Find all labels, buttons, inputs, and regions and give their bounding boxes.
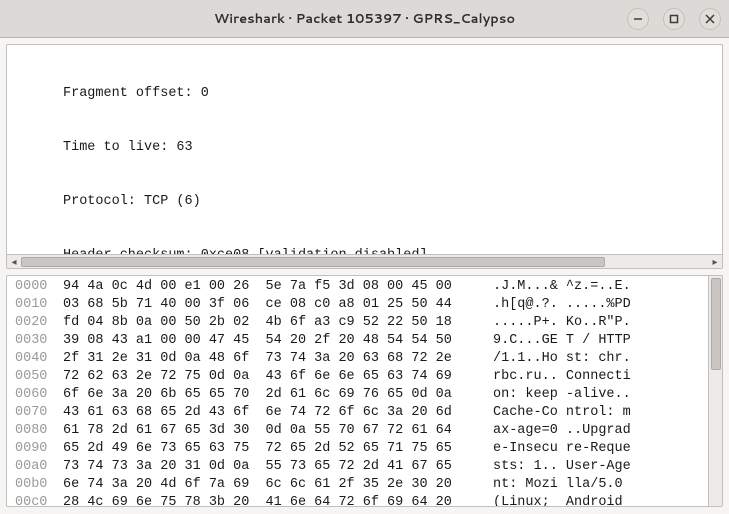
scroll-track[interactable]: [21, 255, 708, 268]
scroll-left-icon[interactable]: ◂: [7, 255, 21, 269]
minimize-button[interactable]: [627, 8, 649, 30]
hex-row[interactable]: 008061 78 2d 61 67 65 3d 30 0d 0a 55 70 …: [15, 422, 722, 440]
hex-offset: 0000: [15, 278, 63, 296]
hex-bytes: 6f 6e 3a 20 6b 65 65 70 2d 61 6c 69 76 6…: [63, 386, 493, 404]
hex-bytes: 73 74 73 3a 20 31 0d 0a 55 73 65 72 2d 4…: [63, 458, 493, 476]
hex-bytes: 43 61 63 68 65 2d 43 6f 6e 74 72 6f 6c 3…: [63, 404, 493, 422]
detail-field[interactable]: Time to live: 63: [7, 139, 722, 157]
hex-offset: 0090: [15, 440, 63, 458]
hex-bytes: 39 08 43 a1 00 00 47 45 54 20 2f 20 48 5…: [63, 332, 493, 350]
hex-row[interactable]: 00606f 6e 3a 20 6b 65 65 70 2d 61 6c 69 …: [15, 386, 722, 404]
detail-field[interactable]: Fragment offset: 0: [7, 85, 722, 103]
hex-ascii: sts: 1.. User-Age: [493, 458, 631, 476]
horizontal-scrollbar[interactable]: ◂ ▸: [7, 254, 722, 268]
hex-ascii: 9.C...GE T / HTTP: [493, 332, 631, 350]
hex-ascii: nt: Mozi lla/5.0: [493, 476, 631, 494]
hex-ascii: Cache-Co ntrol: m: [493, 404, 631, 422]
maximize-button[interactable]: [663, 8, 685, 30]
hex-offset: 00b0: [15, 476, 63, 494]
window-title: Wireshark · Packet 105397 · GPRS_Calypso: [214, 10, 515, 28]
hex-ascii: on: keep -alive..: [493, 386, 631, 404]
hex-ascii: .....P+. Ko..R"P.: [493, 314, 631, 332]
vertical-scrollbar[interactable]: [708, 276, 722, 506]
hex-row[interactable]: 00b06e 74 3a 20 4d 6f 7a 69 6c 6c 61 2f …: [15, 476, 722, 494]
hex-ascii: .h[q@.?. .....%PD: [493, 296, 631, 314]
hex-row[interactable]: 001003 68 5b 71 40 00 3f 06 ce 08 c0 a8 …: [15, 296, 722, 314]
hex-bytes: 94 4a 0c 4d 00 e1 00 26 5e 7a f5 3d 08 0…: [63, 278, 493, 296]
hex-offset: 00c0: [15, 494, 63, 507]
hex-row[interactable]: 00402f 31 2e 31 0d 0a 48 6f 73 74 3a 20 …: [15, 350, 722, 368]
hex-offset: 0070: [15, 404, 63, 422]
hex-offset: 0030: [15, 332, 63, 350]
hex-row[interactable]: 009065 2d 49 6e 73 65 63 75 72 65 2d 52 …: [15, 440, 722, 458]
close-button[interactable]: [699, 8, 721, 30]
scroll-thumb[interactable]: [21, 257, 605, 267]
hex-ascii: (Linux; Android: [493, 494, 631, 507]
hex-row[interactable]: 000094 4a 0c 4d 00 e1 00 26 5e 7a f5 3d …: [15, 278, 722, 296]
hex-offset: 0050: [15, 368, 63, 386]
scroll-right-icon[interactable]: ▸: [708, 255, 722, 269]
hex-offset: 0040: [15, 350, 63, 368]
hex-row[interactable]: 0020fd 04 8b 0a 00 50 2b 02 4b 6f a3 c9 …: [15, 314, 722, 332]
packet-details-pane[interactable]: Fragment offset: 0 Time to live: 63 Prot…: [6, 44, 723, 269]
detail-field[interactable]: Protocol: TCP (6): [7, 193, 722, 211]
hex-row[interactable]: 00a073 74 73 3a 20 31 0d 0a 55 73 65 72 …: [15, 458, 722, 476]
hex-bytes: 28 4c 69 6e 75 78 3b 20 41 6e 64 72 6f 6…: [63, 494, 493, 507]
packet-bytes-body: 000094 4a 0c 4d 00 e1 00 26 5e 7a f5 3d …: [7, 276, 722, 507]
hex-row[interactable]: 007043 61 63 68 65 2d 43 6f 6e 74 72 6f …: [15, 404, 722, 422]
hex-offset: 0020: [15, 314, 63, 332]
hex-offset: 00a0: [15, 458, 63, 476]
hex-row[interactable]: 005072 62 63 2e 72 75 0d 0a 43 6f 6e 6e …: [15, 368, 722, 386]
hex-offset: 0080: [15, 422, 63, 440]
hex-ascii: /1.1..Ho st: chr.: [493, 350, 631, 368]
hex-ascii: .J.M...& ^z.=..E.: [493, 278, 631, 296]
scroll-thumb[interactable]: [711, 278, 721, 370]
maximize-icon: [669, 14, 679, 24]
window-controls: [627, 8, 721, 30]
hex-bytes: 6e 74 3a 20 4d 6f 7a 69 6c 6c 61 2f 35 2…: [63, 476, 493, 494]
hex-bytes: 03 68 5b 71 40 00 3f 06 ce 08 c0 a8 01 2…: [63, 296, 493, 314]
hex-bytes: fd 04 8b 0a 00 50 2b 02 4b 6f a3 c9 52 2…: [63, 314, 493, 332]
hex-row[interactable]: 00c028 4c 69 6e 75 78 3b 20 41 6e 64 72 …: [15, 494, 722, 507]
content-area: Fragment offset: 0 Time to live: 63 Prot…: [0, 38, 729, 513]
minimize-icon: [633, 14, 643, 24]
hex-ascii: e-Insecu re-Reque: [493, 440, 631, 458]
hex-row[interactable]: 003039 08 43 a1 00 00 47 45 54 20 2f 20 …: [15, 332, 722, 350]
close-icon: [705, 14, 715, 24]
hex-bytes: 72 62 63 2e 72 75 0d 0a 43 6f 6e 6e 65 6…: [63, 368, 493, 386]
titlebar: Wireshark · Packet 105397 · GPRS_Calypso: [0, 0, 729, 38]
hex-ascii: ax-age=0 ..Upgrad: [493, 422, 631, 440]
hex-offset: 0060: [15, 386, 63, 404]
hex-bytes: 65 2d 49 6e 73 65 63 75 72 65 2d 52 65 7…: [63, 440, 493, 458]
hex-ascii: rbc.ru.. Connecti: [493, 368, 631, 386]
hex-offset: 0010: [15, 296, 63, 314]
packet-details-body: Fragment offset: 0 Time to live: 63 Prot…: [7, 45, 722, 269]
packet-bytes-pane[interactable]: 000094 4a 0c 4d 00 e1 00 26 5e 7a f5 3d …: [6, 275, 723, 507]
hex-bytes: 2f 31 2e 31 0d 0a 48 6f 73 74 3a 20 63 6…: [63, 350, 493, 368]
hex-bytes: 61 78 2d 61 67 65 3d 30 0d 0a 55 70 67 7…: [63, 422, 493, 440]
